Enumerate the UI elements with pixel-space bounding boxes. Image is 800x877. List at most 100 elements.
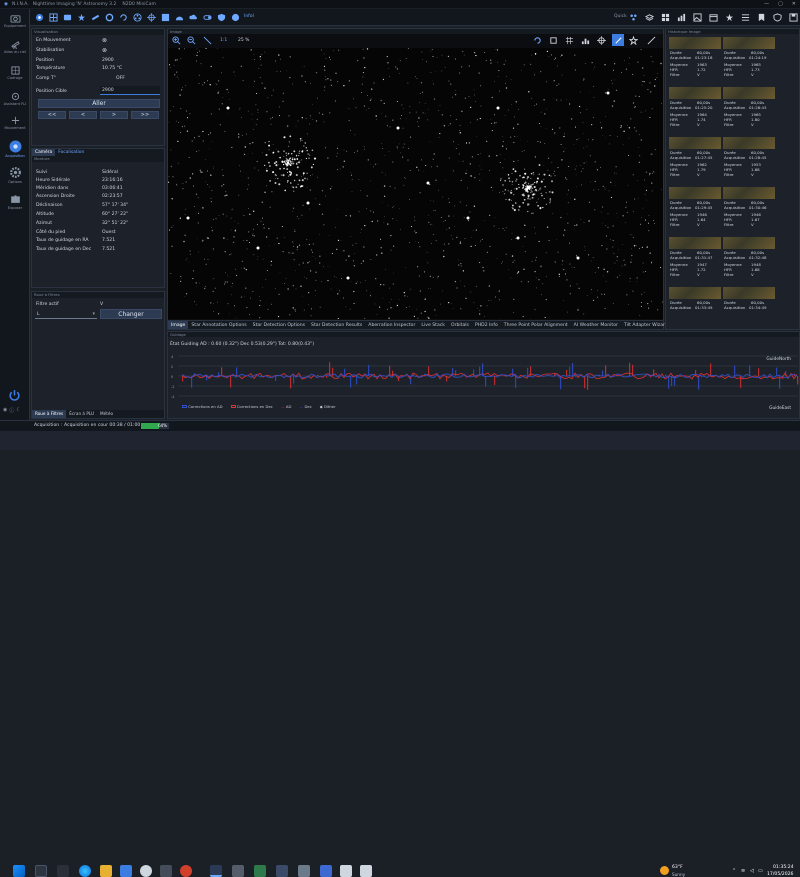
history-entry[interactable]: Durée60,00sAcquisition01:26:43Moyenne196…: [723, 87, 775, 139]
history-entry[interactable]: Durée60,00sAcquisition01:34:49: [723, 287, 775, 330]
history-entry[interactable]: Durée60,00sAcquisition01:28:45Moyenne195…: [723, 137, 775, 189]
image-tab[interactable]: PHD2 Info: [472, 321, 501, 329]
tab-camera[interactable]: Caméra: [32, 149, 55, 156]
rotate-button[interactable]: [532, 35, 542, 45]
step-back-button[interactable]: <: [69, 111, 97, 119]
crop-button[interactable]: [548, 35, 558, 45]
wifi-icon[interactable]: ≋: [741, 868, 745, 874]
tab-flat-panel[interactable]: Écran à PLU: [66, 410, 97, 418]
image-tab[interactable]: AI Weather Monitor: [571, 321, 621, 329]
toolbar-image-button[interactable]: [692, 12, 702, 22]
app-icon[interactable]: [140, 865, 152, 877]
task-view-button[interactable]: [57, 865, 69, 877]
volume-icon[interactable]: ◁: [750, 868, 754, 874]
nina-taskbar-icon[interactable]: [210, 865, 222, 877]
stretch-button[interactable]: [612, 34, 624, 46]
filter-select[interactable]: L ▾: [35, 310, 97, 319]
star-detect-button[interactable]: [628, 35, 638, 45]
image-tab[interactable]: Tilt Adapter Wizard: [621, 321, 671, 329]
step-forward-large-button[interactable]: >>: [131, 111, 159, 119]
file-explorer-icon[interactable]: [100, 865, 112, 877]
image-tab[interactable]: Star Detection Results: [308, 321, 365, 329]
history-entry[interactable]: Durée60,00sAcquisition01:31:47Moyenne194…: [669, 237, 721, 289]
toolbar-filterwheel-button[interactable]: [132, 12, 142, 22]
toolbar-weather-button[interactable]: [188, 12, 198, 22]
clock-date[interactable]: 17/05/2026: [767, 872, 793, 877]
toolbar-guider-button[interactable]: [146, 12, 156, 22]
app-icon[interactable]: [360, 865, 372, 877]
tab-weather[interactable]: Météo: [97, 410, 116, 418]
target-position-input[interactable]: 2900: [100, 86, 160, 95]
maximize-button[interactable]: ▢: [778, 1, 783, 7]
image-tab[interactable]: Image: [168, 321, 188, 329]
power-button[interactable]: [8, 389, 21, 404]
histogram-button[interactable]: [580, 35, 590, 45]
star-field-image[interactable]: [168, 48, 663, 319]
quick-label[interactable]: Quick: [614, 14, 627, 19]
toolbar-switch-button[interactable]: [202, 12, 212, 22]
search-button[interactable]: [35, 865, 47, 877]
toolbar-bookmark-button[interactable]: [756, 12, 766, 22]
toolbar-target-button[interactable]: [34, 12, 44, 22]
tab-filter-wheel[interactable]: Roue à Filtres: [32, 410, 66, 418]
nav-sky-atlas[interactable]: Atlas du ciel: [0, 37, 30, 63]
store-icon[interactable]: [120, 865, 132, 877]
chevron-up-icon[interactable]: ⌃: [732, 868, 736, 874]
eye-icon[interactable]: ◉: [3, 407, 7, 414]
toolbar-telescope-button[interactable]: [90, 12, 100, 22]
minimize-button[interactable]: —: [764, 1, 769, 7]
app-icon[interactable]: [298, 865, 310, 877]
toolbar-safety-button[interactable]: [216, 12, 226, 22]
nav-plugins[interactable]: Exposer: [0, 189, 30, 215]
image-tab[interactable]: Star Detection Options: [250, 321, 308, 329]
history-entry[interactable]: Durée60,00sAcquisition01:27:45Moyenne196…: [669, 137, 721, 189]
toolbar-grid-button[interactable]: [48, 12, 58, 22]
history-entry[interactable]: Durée60,00sAcquisition01:23:18Moyenne196…: [669, 37, 721, 89]
battery-icon[interactable]: ▭: [758, 868, 763, 874]
toolbar-cal-button[interactable]: [708, 12, 718, 22]
image-tab[interactable]: Star Annotation Options: [188, 321, 249, 329]
nav-equipment[interactable]: Équipement: [0, 11, 30, 37]
nav-options[interactable]: Options: [0, 163, 30, 189]
toolbar-shield-button[interactable]: [772, 12, 782, 22]
app-icon[interactable]: [160, 865, 172, 877]
fit-button[interactable]: [202, 35, 212, 45]
toolbar-chart-button[interactable]: [676, 12, 686, 22]
app-icon[interactable]: [320, 865, 332, 877]
moon-icon[interactable]: ☾: [16, 407, 20, 414]
profile-label[interactable]: InfoI: [244, 14, 254, 19]
toolbar-grid2-button[interactable]: [660, 12, 670, 22]
crosshair-button[interactable]: [596, 35, 606, 45]
toolbar-camera-button[interactable]: [62, 12, 72, 22]
step-forward-button[interactable]: >: [100, 111, 128, 119]
start-button[interactable]: [13, 865, 25, 877]
app-icon[interactable]: [340, 865, 352, 877]
history-entry[interactable]: Durée60,00sAcquisition01:25:20Moyenne196…: [669, 87, 721, 139]
app-icon[interactable]: [232, 865, 244, 877]
tab-focus[interactable]: Focalisation: [55, 149, 87, 156]
app-icon[interactable]: [180, 865, 192, 877]
history-entry[interactable]: Durée60,00sAcquisition01:33:49: [669, 287, 721, 330]
image-tab[interactable]: Orbitals: [448, 321, 472, 329]
toolbar-layers-button[interactable]: [644, 12, 654, 22]
toolbar-rotator-button[interactable]: [118, 12, 128, 22]
clock-time[interactable]: 01:35:24: [773, 865, 794, 870]
toolbar-info-button[interactable]: [230, 12, 240, 22]
nav-focus[interactable]: Assistant FLI: [0, 89, 30, 115]
toolbar-sequence-button[interactable]: [740, 12, 750, 22]
one-to-one-button[interactable]: 1:1: [220, 38, 227, 43]
info-icon[interactable]: ⓘ: [9, 407, 14, 414]
step-back-large-button[interactable]: <<: [38, 111, 66, 119]
edge-browser-icon[interactable]: [79, 865, 91, 877]
nav-movement[interactable]: Mouvement: [0, 113, 30, 139]
go-button[interactable]: Aller: [38, 99, 160, 108]
image-tab[interactable]: Live Stack: [418, 321, 448, 329]
app-icon[interactable]: [254, 865, 266, 877]
grid-overlay-button[interactable]: [564, 35, 574, 45]
image-tab[interactable]: Aberration Inspector: [365, 321, 418, 329]
zoom-in-button[interactable]: [171, 35, 181, 45]
toolbar-star-button[interactable]: [76, 12, 86, 22]
toolbar-save-button[interactable]: [788, 12, 798, 22]
history-entry[interactable]: Durée60,00sAcquisition01:29:45Moyenne194…: [669, 187, 721, 239]
toolbar-cluster-button[interactable]: [628, 12, 638, 22]
